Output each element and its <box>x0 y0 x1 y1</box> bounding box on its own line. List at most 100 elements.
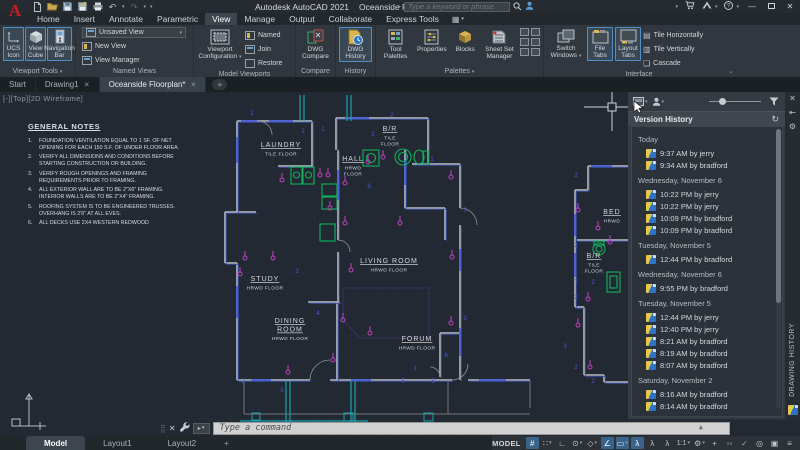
user-filter-icon[interactable]: ▾ <box>652 97 664 106</box>
model-space-label[interactable]: MODEL <box>492 439 521 448</box>
palette-mini-6[interactable] <box>531 48 540 56</box>
version-entry[interactable]: 8:21 AM by bradford <box>638 335 772 347</box>
palette-mini-4[interactable] <box>531 38 540 46</box>
sign-in-icon[interactable] <box>525 1 534 12</box>
restore-viewport-button[interactable]: Restore <box>245 57 283 69</box>
version-entry[interactable]: 12:40 PM by jerry <box>638 323 772 335</box>
refresh-icon[interactable]: ↻ <box>771 114 779 125</box>
commandline-options-icon[interactable]: ▸ ▾ <box>192 422 210 434</box>
version-entry[interactable]: 8:14 AM by bradford <box>638 400 772 412</box>
workspace-icon[interactable]: ⚙ ▾ <box>693 437 706 449</box>
version-entry[interactable]: 8:19 AM by bradford <box>638 347 772 359</box>
file-tab-oceanside[interactable]: Oceanside Floorplan* ✕ <box>99 77 207 92</box>
version-entry[interactable]: 9:34 AM by bradford <box>638 159 772 171</box>
version-entry[interactable]: 9:37 AM by jerry <box>638 147 772 159</box>
search-expand-icon[interactable]: ▸ <box>398 3 401 10</box>
ribbon-tab-output[interactable]: Output <box>282 13 322 25</box>
cart-icon[interactable] <box>685 0 695 13</box>
version-entry[interactable]: 12:44 PM by jerry <box>638 311 772 323</box>
switch-windows-button[interactable]: Switch Windows ▾ <box>547 27 585 62</box>
search-icon[interactable] <box>513 2 522 11</box>
command-close-icon[interactable]: ✕ <box>169 424 176 433</box>
tile-horizontally-button[interactable]: ▤ Tile Horizontally <box>643 29 703 41</box>
version-entry[interactable]: 10:22 PM by jerry <box>638 200 772 212</box>
named-viewport-button[interactable]: Named <box>245 29 283 41</box>
polar-tracking-icon[interactable]: ⊙ ▾ <box>571 437 584 449</box>
version-entry[interactable]: 8:07 AM by bradford <box>638 359 772 371</box>
panel-autohide-icon[interactable]: ⇤ <box>789 108 796 117</box>
scale-value[interactable]: 1:1 ▾ <box>676 437 691 449</box>
ribbon-tab-parametric[interactable]: Parametric <box>150 13 205 25</box>
new-view-button[interactable]: New View <box>82 40 190 52</box>
version-entry[interactable]: 10:09 PM by bradford <box>638 212 772 224</box>
annotation-visibility-icon[interactable]: λ <box>630 437 644 449</box>
save-icon[interactable] <box>62 2 73 12</box>
redo-dropdown-icon[interactable]: ▾ <box>144 4 147 10</box>
cascade-button[interactable]: ❏ Cascade <box>643 57 703 69</box>
file-tab-start[interactable]: Start <box>0 77 36 92</box>
sheet-set-manager-button[interactable]: Sheet Set Manager <box>481 27 518 62</box>
workspace-grid-icon[interactable]: ▦ ▾ <box>446 13 470 25</box>
viewport-controls-label[interactable]: [-][Top][2D Wireframe] <box>3 94 83 103</box>
model-tab[interactable]: Model <box>26 436 86 450</box>
palette-mini-2[interactable] <box>531 28 540 36</box>
ribbon-tab-insert[interactable]: Insert <box>67 13 102 25</box>
version-entry[interactable]: 10:09 PM by bradford <box>638 224 772 236</box>
blocks-button[interactable]: Blocks <box>451 27 478 55</box>
panel-properties-icon[interactable]: ⚙ <box>789 122 796 131</box>
help-icon[interactable]: ? <box>724 0 734 13</box>
save-as-icon[interactable] <box>77 2 88 12</box>
customize-wrench-icon[interactable] <box>179 419 190 437</box>
panel-close-icon[interactable]: ✕ <box>789 94 796 103</box>
close-tab-icon[interactable]: ✕ <box>84 81 90 89</box>
dwg-history-button[interactable]: DWG History <box>339 27 372 63</box>
signin-dropdown-icon[interactable]: ▾ <box>675 4 678 10</box>
file-tab-drawing1[interactable]: Drawing1 ✕ <box>36 77 100 92</box>
command-history-expand-icon[interactable]: ▲ <box>699 423 703 431</box>
collaborate-icon[interactable]: ◦◦ <box>723 437 736 449</box>
minimize-button[interactable]: — <box>746 2 758 11</box>
command-input[interactable]: Type a command ▲ <box>212 421 730 435</box>
palette-mini-5[interactable] <box>520 48 529 56</box>
ribbon-tab-express-tools[interactable]: Express Tools <box>379 13 446 25</box>
version-entry[interactable]: 8:16 AM by bradford <box>638 388 772 400</box>
navigation-bar-button[interactable]: Navigation Bar <box>44 27 75 62</box>
ribbon-tab-collaborate[interactable]: Collaborate <box>322 13 379 25</box>
viewport-configuration-button[interactable]: Viewport Configuration ▾ <box>197 27 243 63</box>
join-viewport-button[interactable]: Join <box>245 43 283 55</box>
layout1-tab[interactable]: Layout1 <box>85 436 149 450</box>
group-label-compare[interactable]: Compare <box>296 66 335 77</box>
command-grip-icon[interactable]: ⣿ <box>160 424 166 433</box>
open-folder-icon[interactable] <box>47 2 58 12</box>
plot-icon[interactable] <box>92 2 103 12</box>
ribbon-tab-view[interactable]: View <box>205 13 238 25</box>
close-button[interactable]: ✕ <box>784 2 796 11</box>
redo-icon[interactable]: ↷ <box>129 2 140 12</box>
ribbon-tab-annotate[interactable]: Annotate <box>102 13 150 25</box>
help-dropdown-icon[interactable]: ▾ <box>736 4 739 10</box>
version-entry[interactable]: 10:22 PM by jerry <box>638 188 772 200</box>
dwg-compare-button[interactable]: DWG Compare <box>299 27 332 62</box>
autodesk-logo-icon[interactable] <box>702 1 712 12</box>
palette-mini-3[interactable] <box>520 38 529 46</box>
ribbon-collapse-icon[interactable]: ⌄ <box>728 67 734 75</box>
date-range-slider[interactable] <box>709 97 761 106</box>
performance-icon[interactable]: ◎ <box>753 437 766 449</box>
palette-mini-1[interactable] <box>520 28 529 36</box>
menu-icon[interactable]: ≡ <box>783 437 796 449</box>
file-tabs-button[interactable]: File Tabs <box>587 27 613 62</box>
layout-tabs-button[interactable]: Layout Tabs <box>615 27 641 62</box>
group-label-named-views[interactable]: Named Views <box>76 66 193 77</box>
new-file-icon[interactable] <box>32 1 43 12</box>
tool-palettes-button[interactable]: Tool Palettes <box>379 27 412 62</box>
view-manager-button[interactable]: View Manager <box>82 54 190 66</box>
autoscale-icon[interactable]: λ <box>646 437 659 449</box>
new-layout-button[interactable]: + <box>214 436 239 450</box>
security-shield-icon[interactable]: ✓ <box>738 437 751 449</box>
new-tab-button[interactable]: + <box>212 79 228 90</box>
search-input[interactable] <box>404 1 511 12</box>
properties-button[interactable]: Properties <box>414 27 449 55</box>
ribbon-tab-manage[interactable]: Manage <box>237 13 282 25</box>
group-label-palettes[interactable]: Palettes ▾ <box>376 66 543 77</box>
ucs-icon-button[interactable]: UCS Icon <box>3 27 24 62</box>
